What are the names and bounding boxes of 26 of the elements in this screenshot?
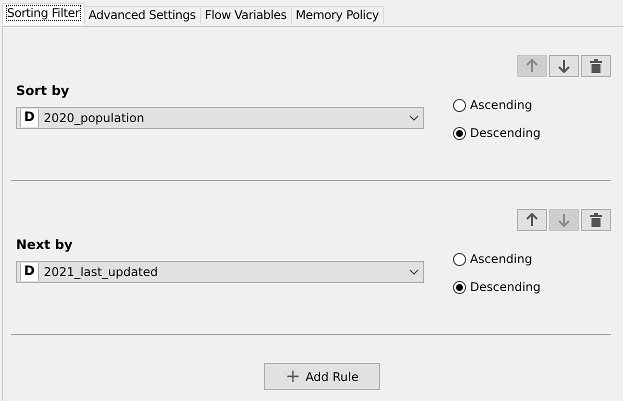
- delete-button[interactable]: [581, 209, 611, 231]
- tab[interactable]: Memory Policy: [290, 6, 384, 24]
- sort-order-radio[interactable]: Ascending: [453, 251, 541, 267]
- add-rule-button[interactable]: + Add Rule: [264, 363, 380, 390]
- column-dropdown[interactable]: D 2020_population: [16, 107, 424, 129]
- trash-icon: [590, 59, 602, 73]
- down-arrow-icon: [558, 59, 570, 73]
- sort-order-radio[interactable]: Descending: [453, 279, 541, 295]
- move-down-button[interactable]: [549, 55, 579, 77]
- type-badge: D: [20, 263, 39, 281]
- sort-order-radio[interactable]: Descending: [453, 125, 541, 141]
- chevron-down-icon: [409, 115, 419, 121]
- type-badge: D: [20, 109, 39, 127]
- tab[interactable]: Advanced Settings: [84, 6, 201, 24]
- trash-icon: [590, 213, 602, 227]
- tab[interactable]: Sorting Filter: [2, 3, 84, 25]
- chevron-down-icon: [409, 269, 419, 275]
- delete-button[interactable]: [581, 55, 611, 77]
- down-arrow-icon: [558, 213, 570, 227]
- rule-label: Next by: [16, 238, 74, 254]
- up-arrow-icon: [526, 59, 538, 73]
- rule-label: Sort by: [16, 84, 70, 100]
- sort-order-radio[interactable]: Ascending: [453, 97, 541, 113]
- up-arrow-icon: [526, 213, 538, 227]
- column-dropdown[interactable]: D 2021_last_updated: [16, 261, 424, 283]
- move-up-button[interactable]: [517, 209, 547, 231]
